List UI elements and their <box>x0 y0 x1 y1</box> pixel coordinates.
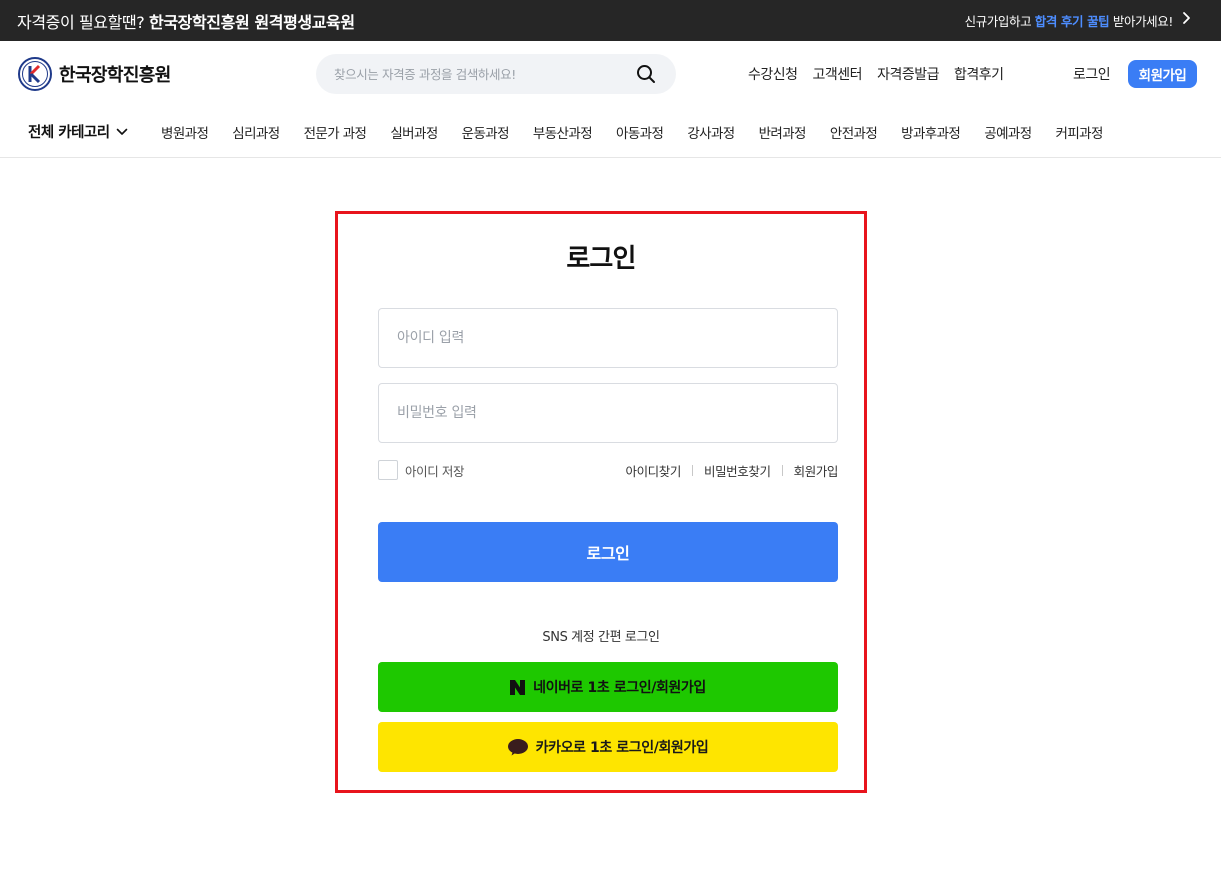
signup-promo-suffix: 받아가세요! <box>1112 14 1174 29</box>
chevron-right-icon[interactable] <box>1179 8 1195 28</box>
promo-prefix: 자격증이 필요할땐? <box>17 13 145 32</box>
signup-promo-highlight: 합격 후기 꿀팁 <box>1034 14 1110 29</box>
nav-enroll[interactable]: 수강신청 <box>748 64 798 84</box>
divider <box>691 465 693 476</box>
sns-login-title: SNS 계정 간편 로그인 <box>542 630 660 645</box>
remember-id-checkbox[interactable] <box>378 460 398 480</box>
header-join-button[interactable]: 회원가입 <box>1128 60 1197 88</box>
category-item[interactable]: 심리과정 <box>232 122 280 142</box>
search-input[interactable] <box>334 54 624 94</box>
category-item[interactable]: 운동과정 <box>462 122 510 142</box>
nav-reviews[interactable]: 합격후기 <box>954 64 1004 84</box>
divider <box>781 465 783 476</box>
naver-login-button[interactable]: 네이버로 1초 로그인/회원가입 <box>378 662 838 712</box>
chevron-down-icon <box>116 128 127 135</box>
category-item[interactable]: 아동과정 <box>616 122 664 142</box>
kakao-bubble-icon <box>507 738 528 756</box>
category-item[interactable]: 전문가 과정 <box>304 122 367 142</box>
nav-customer-center[interactable]: 고객센터 <box>813 64 863 84</box>
remember-id[interactable]: 아이디 저장 <box>378 460 464 480</box>
k-emblem-icon <box>18 57 52 91</box>
login-title: 로그인 <box>566 244 636 274</box>
kakao-login-button[interactable]: 카카오로 1초 로그인/회원가입 <box>378 722 838 772</box>
header-login-link[interactable]: 로그인 <box>1073 64 1111 84</box>
kakao-login-label: 카카오로 1초 로그인/회원가입 <box>535 740 709 756</box>
remember-id-label: 아이디 저장 <box>405 463 465 479</box>
password-field[interactable] <box>378 383 838 443</box>
search-bar[interactable] <box>316 54 676 94</box>
category-item[interactable]: 안전과정 <box>830 122 878 142</box>
signup-promo-prefix: 신규가입하고 <box>964 14 1032 29</box>
category-nav: 전체 카테고리 병원과정 심리과정 전문가 과정 실버과정 운동과정 부동산과정… <box>0 109 1221 158</box>
naver-n-icon <box>510 679 526 695</box>
find-id-link[interactable]: 아이디찾기 <box>625 461 681 480</box>
promo-bold: 한국장학진흥원 원격평생교육원 <box>149 13 355 32</box>
signup-promo-link[interactable]: 신규가입하고 합격 후기 꿀팁 받아가세요! <box>964 11 1174 30</box>
category-item[interactable]: 방과후과정 <box>901 122 961 142</box>
category-item[interactable]: 부동산과정 <box>533 122 593 142</box>
all-category-label: 전체 카테고리 <box>28 125 110 141</box>
nav-certificate-issue[interactable]: 자격증발급 <box>877 64 939 84</box>
signup-link[interactable]: 회원가입 <box>794 461 839 480</box>
promo-text: 자격증이 필요할땐? 한국장학진흥원 원격평생교육원 <box>17 9 355 33</box>
all-category-toggle[interactable]: 전체 카테고리 <box>28 121 128 142</box>
id-input[interactable] <box>379 309 837 367</box>
category-item[interactable]: 커피과정 <box>1056 122 1104 142</box>
site-header: 한국장학진흥원 수강신청 고객센터 자격증발급 합격후기 로그인 회원가입 <box>0 41 1221 109</box>
utility-nav: 수강신청 고객센터 자격증발급 합격후기 <box>748 64 1019 84</box>
search-icon[interactable] <box>636 64 656 84</box>
top-promo-banner[interactable]: 자격증이 필요할땐? 한국장학진흥원 원격평생교육원 신규가입하고 합격 후기 … <box>0 0 1221 41</box>
find-password-link[interactable]: 비밀번호찾기 <box>704 461 771 480</box>
category-item[interactable]: 병원과정 <box>161 122 209 142</box>
login-panel: 로그인 아이디 저장 아이디찾기 비밀번호찾기 회원가입 로그인 SNS 계정 … <box>335 211 867 793</box>
category-item[interactable]: 반려과정 <box>759 122 807 142</box>
naver-login-label: 네이버로 1초 로그인/회원가입 <box>533 680 706 696</box>
site-logo[interactable]: 한국장학진흥원 <box>18 56 171 92</box>
category-item[interactable]: 강사과정 <box>687 122 735 142</box>
id-field[interactable] <box>378 308 838 368</box>
logo-text: 한국장학진흥원 <box>59 65 171 86</box>
account-links: 아이디찾기 비밀번호찾기 회원가입 <box>625 461 838 480</box>
login-submit-button[interactable]: 로그인 <box>378 522 838 582</box>
category-items: 병원과정 심리과정 전문가 과정 실버과정 운동과정 부동산과정 아동과정 강사… <box>161 122 1127 142</box>
password-input[interactable] <box>379 384 837 442</box>
category-item[interactable]: 실버과정 <box>390 122 438 142</box>
category-item[interactable]: 공예과정 <box>984 122 1032 142</box>
